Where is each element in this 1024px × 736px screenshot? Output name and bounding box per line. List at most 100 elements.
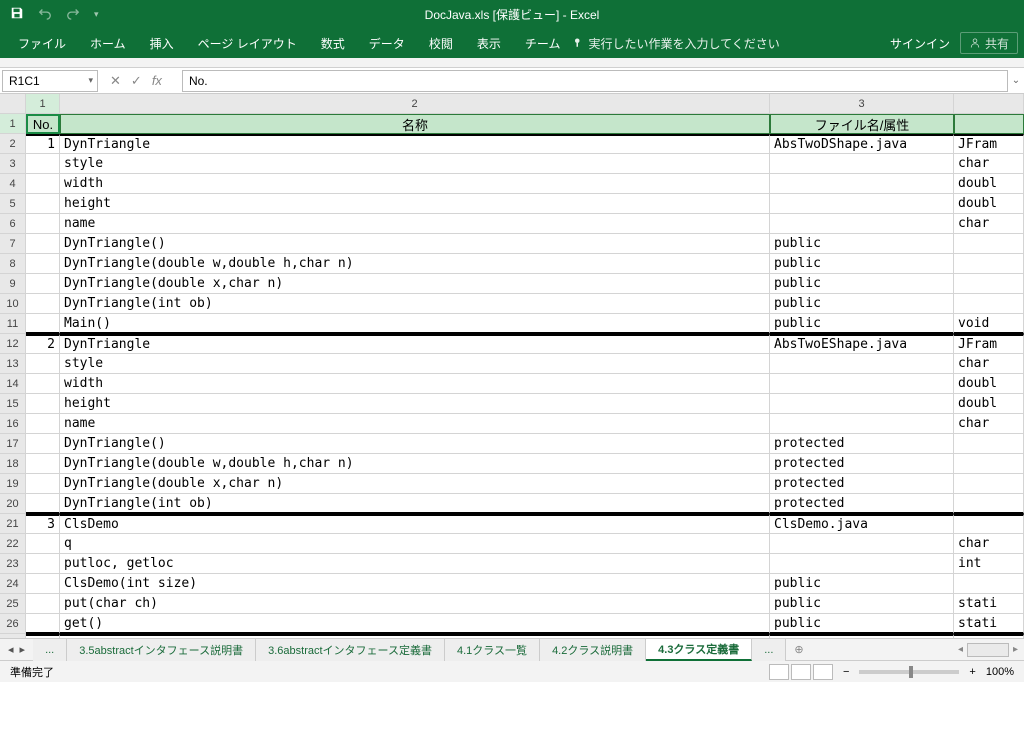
cell-no[interactable] [26,474,60,494]
sheet-tab-3[interactable]: 4.2クラス説明書 [540,639,646,661]
name-box[interactable]: R1C1 [2,70,98,92]
cell-file[interactable]: protected [770,454,954,474]
cell-name[interactable]: DynTriangle(double w,double h,char n) [60,254,770,274]
cell-name[interactable]: DynTriangle(int ob) [60,294,770,314]
cell-attr[interactable]: char [954,154,1024,174]
row-header[interactable]: 5 [0,194,26,214]
cell-file[interactable] [770,554,954,574]
row-header[interactable]: 12 [0,334,26,354]
tab-team[interactable]: チーム [513,28,573,58]
cell-name[interactable]: putloc, getloc [60,554,770,574]
cell-attr[interactable]: char [954,354,1024,374]
cell-attr[interactable] [954,474,1024,494]
cell-name[interactable]: name [60,414,770,434]
cell-no[interactable]: 4 [26,634,60,638]
cell-file[interactable] [770,174,954,194]
cell-file[interactable]: public [770,294,954,314]
cell-name[interactable]: put(char ch) [60,594,770,614]
cell-no[interactable] [26,174,60,194]
cell-name[interactable]: DynTriangle [60,134,770,154]
col-header[interactable] [954,94,1024,114]
undo-icon[interactable] [38,6,52,23]
col-header[interactable]: 3 [770,94,954,114]
cell-name[interactable]: get() [60,614,770,634]
cell-attr[interactable] [954,634,1024,638]
cell-file[interactable]: public [770,594,954,614]
row-header[interactable]: 20 [0,494,26,514]
formula-input[interactable]: No. [182,70,1008,92]
cell-attr[interactable]: stati [954,614,1024,634]
sheet-nav-prev-icon[interactable]: ◂ [8,643,14,656]
cell-name[interactable]: width [60,374,770,394]
cell-name[interactable]: DynTriangle(double x,char n) [60,474,770,494]
row-header[interactable]: 23 [0,554,26,574]
cell-attr[interactable]: JFram [954,134,1024,154]
zoom-out-icon[interactable]: − [843,666,849,678]
cell-name[interactable]: width [60,174,770,194]
sheet-nav-next-icon[interactable]: ▸ [20,643,26,656]
cell-name[interactable]: DynTriangle() [60,234,770,254]
cell-attr[interactable]: void [954,314,1024,334]
cell-file[interactable]: public [770,274,954,294]
cell-file[interactable] [770,154,954,174]
row-header[interactable]: 27 [0,634,26,638]
view-pagelayout-icon[interactable] [791,664,811,680]
cell-name[interactable]: DynTriangle(double x,char n) [60,274,770,294]
row-header[interactable]: 4 [0,174,26,194]
cell-attr[interactable] [954,254,1024,274]
cell-file[interactable] [770,354,954,374]
cell-no[interactable]: 3 [26,514,60,534]
cell-attr[interactable] [954,454,1024,474]
cell-file[interactable] [770,534,954,554]
cell-file[interactable] [770,194,954,214]
tab-insert[interactable]: 挿入 [138,28,186,58]
cell-attr[interactable]: doubl [954,174,1024,194]
cell-name[interactable]: style [60,154,770,174]
view-pagebreak-icon[interactable] [813,664,833,680]
sheet-tab-1[interactable]: 3.6abstractインタフェース定義書 [256,639,445,661]
cell-no[interactable] [26,614,60,634]
cell-no[interactable] [26,434,60,454]
sheet-tab-ellipsis-left[interactable]: ... [33,639,67,661]
cell-no[interactable] [26,394,60,414]
cell-file[interactable]: protected [770,474,954,494]
row-header[interactable]: 24 [0,574,26,594]
cell-name[interactable]: DynTriangle(int ob) [60,494,770,514]
cell-no[interactable] [26,254,60,274]
row-header[interactable]: 25 [0,594,26,614]
row-header[interactable]: 11 [0,314,26,334]
cell-header-no[interactable]: No. [26,114,60,134]
sheet-tab-4[interactable]: 4.3クラス定義書 [646,639,752,661]
cell-attr[interactable]: char [954,534,1024,554]
tell-me-search[interactable]: 実行したい作業を入力してください [572,35,779,52]
tab-pagelayout[interactable]: ページ レイアウト [186,28,309,58]
sheet-tab-0[interactable]: 3.5abstractインタフェース説明書 [67,639,256,661]
cell-file[interactable]: public [770,574,954,594]
cell-file[interactable]: ClsDemo.java [770,634,954,638]
cell-no[interactable] [26,354,60,374]
row-header[interactable]: 2 [0,134,26,154]
cell-file[interactable]: public [770,234,954,254]
cell-name[interactable]: name [60,214,770,234]
cell-file[interactable] [770,414,954,434]
cell-attr[interactable]: int [954,554,1024,574]
cell-no[interactable]: 2 [26,334,60,354]
cell-file[interactable] [770,214,954,234]
cell-no[interactable] [26,234,60,254]
row-header[interactable]: 6 [0,214,26,234]
cell-file[interactable]: public [770,614,954,634]
tab-view[interactable]: 表示 [465,28,513,58]
cell-attr[interactable]: char [954,214,1024,234]
cell-no[interactable] [26,294,60,314]
cell-name[interactable]: CircularQueueClsDemo [60,634,770,638]
redo-icon[interactable] [66,6,80,23]
cell-name[interactable]: DynTriangle [60,334,770,354]
cell-attr[interactable] [954,234,1024,254]
cell-no[interactable] [26,214,60,234]
view-normal-icon[interactable] [769,664,789,680]
sheet-tab-ellipsis-right[interactable]: ... [752,639,786,661]
row-header[interactable]: 13 [0,354,26,374]
cell-name[interactable]: height [60,194,770,214]
cell-no[interactable] [26,454,60,474]
col-header[interactable]: 1 [26,94,60,114]
